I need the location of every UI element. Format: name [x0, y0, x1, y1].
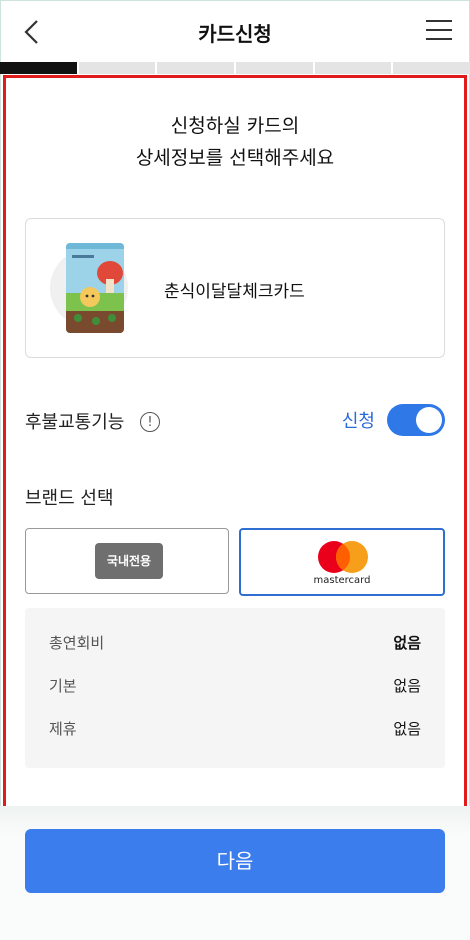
transport-status-text: 신청 — [341, 411, 375, 432]
progress-step — [393, 62, 470, 74]
mastercard-logo-icon — [318, 541, 368, 573]
selected-card-box: 춘식이달달체크카드 — [25, 218, 445, 358]
step-progress-bar — [0, 62, 470, 74]
brand-select-label: 브랜드 선택 — [25, 488, 114, 509]
page-title: 카드신청 — [198, 22, 272, 46]
info-icon[interactable]: ! — [140, 412, 160, 432]
toggle-knob — [416, 407, 442, 433]
fee-row: 총연회비 없음 — [49, 632, 421, 656]
fee-row: 제휴 없음 — [49, 718, 421, 742]
brand-option-mastercard[interactable]: mastercard — [239, 528, 445, 596]
header: 카드신청 — [0, 0, 470, 62]
fee-value: 없음 — [393, 634, 421, 652]
progress-step — [157, 62, 235, 74]
transport-toggle[interactable] — [387, 404, 445, 436]
card-image — [66, 243, 124, 333]
card-name: 춘식이달달체크카드 — [164, 282, 305, 302]
progress-step — [78, 62, 156, 74]
fee-label: 총연회비 — [49, 634, 105, 652]
progress-step — [0, 62, 77, 74]
domestic-badge: 국내전용 — [95, 543, 163, 579]
hamburger-menu-icon[interactable] — [426, 20, 452, 44]
fee-label: 제휴 — [49, 720, 77, 738]
mastercard-label: mastercard — [313, 575, 371, 586]
next-button[interactable]: 다음 — [25, 829, 445, 893]
transport-option-row: 후불교통기능 ! 신청 — [25, 402, 445, 438]
fee-label: 기본 — [49, 677, 77, 695]
fee-value: 없음 — [393, 720, 421, 738]
section-heading: 신청하실 카드의 상세정보를 선택해주세요 — [0, 110, 470, 174]
transport-label: 후불교통기능 — [25, 412, 125, 433]
brand-option-domestic[interactable]: 국내전용 — [25, 528, 229, 594]
progress-step — [236, 62, 313, 74]
progress-step — [314, 62, 392, 74]
fee-info-box: 총연회비 없음 기본 없음 제휴 없음 — [25, 608, 445, 768]
fee-value: 없음 — [393, 677, 421, 695]
heading-line-2: 상세정보를 선택해주세요 — [135, 147, 335, 169]
heading-line-1: 신청하실 카드의 — [170, 115, 300, 137]
fee-row: 기본 없음 — [49, 675, 421, 699]
